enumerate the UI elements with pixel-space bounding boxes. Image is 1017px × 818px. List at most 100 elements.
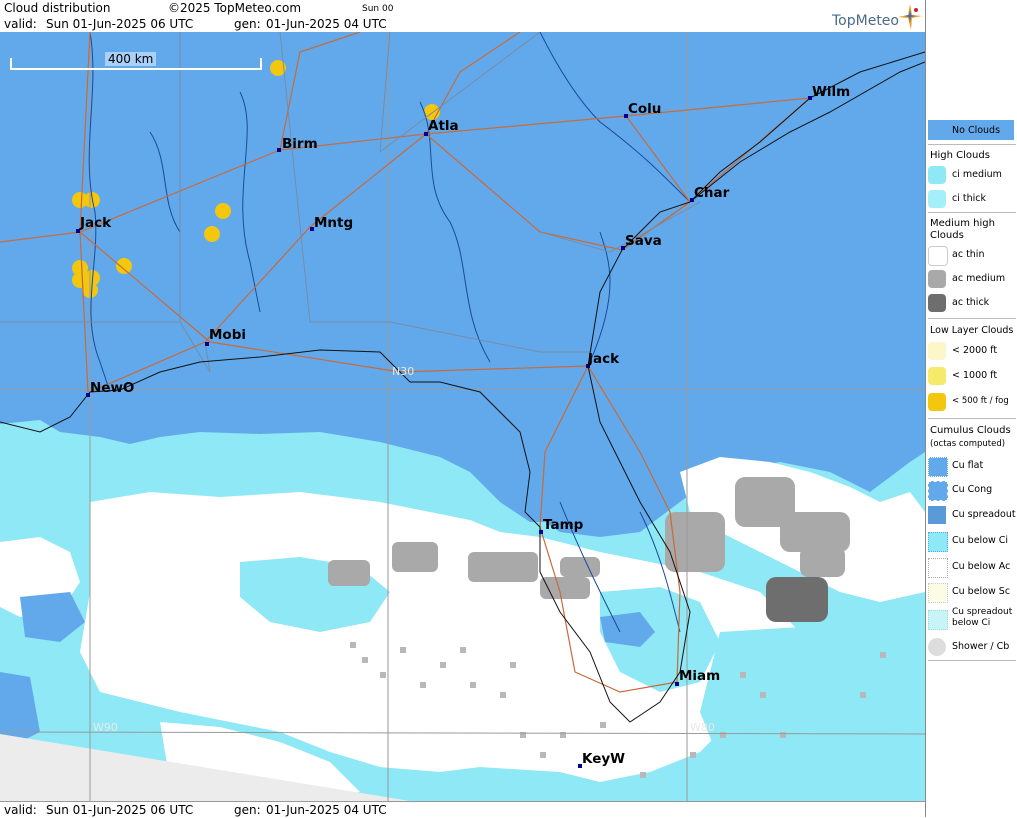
legend-label-cu-spread: Cu spreadout	[952, 509, 1016, 520]
low-500-swatch	[928, 393, 946, 411]
legend-cu-below-sc: Cu below Sc	[928, 581, 1016, 603]
logo-star-icon	[898, 4, 922, 30]
legend-label-ac-thin: ac thin	[952, 249, 985, 260]
city-jack-ms[interactable]: Jack	[76, 215, 112, 233]
svg-text:Mobi: Mobi	[209, 327, 246, 343]
legend-panel: No Clouds High Clouds ci medium ci thick…	[925, 0, 1017, 817]
legend-cu-cong: Cu Cong	[928, 479, 1016, 501]
valid-time: Sun 01-Jun-2025 06 UTC	[46, 17, 194, 31]
city-mntg[interactable]: Mntg	[310, 215, 353, 231]
cu-below-sc-swatch	[928, 583, 948, 603]
legend-label-low-500: < 500 ft / fog	[952, 396, 1009, 406]
footer-valid-time: Sun 01-Jun-2025 06 UTC	[46, 803, 194, 817]
svg-text:Sava: Sava	[625, 233, 662, 249]
legend-label-cu-below-ci: Cu below Ci	[952, 535, 1009, 546]
legend-label-cu-cong: Cu Cong	[952, 484, 993, 495]
lon-label-w80: W80	[690, 721, 715, 734]
map-canvas[interactable]: N30 W90 W80 Jack Birm Atla Colu Wilm Mnt…	[0, 32, 925, 801]
cu-spread-swatch	[928, 506, 946, 524]
copyright: ©2025 TopMeteo.com	[168, 1, 302, 15]
legend-low-2000: < 2000 ft	[928, 340, 1016, 362]
svg-text:Atla: Atla	[428, 118, 459, 134]
legend-divider	[928, 418, 1016, 419]
legend-label-no-clouds: No Clouds	[952, 125, 1001, 136]
legend-cu-spread: Cu spreadout	[928, 504, 1016, 526]
city-wilm[interactable]: Wilm	[808, 84, 850, 100]
ac-thick-swatch	[928, 294, 946, 312]
legend-label-cu-below-sc: Cu below Sc	[952, 586, 1011, 597]
run-label: Sun 00	[362, 4, 394, 14]
legend-header-medium: Medium high Clouds	[930, 218, 995, 241]
svg-text:NewO: NewO	[90, 380, 134, 396]
svg-text:KeyW: KeyW	[582, 751, 625, 767]
ac-thin-swatch	[928, 246, 948, 266]
legend-shower: Shower / Cb	[928, 636, 1016, 658]
city-jack-fl[interactable]: Jack	[586, 351, 620, 368]
svg-text:Colu: Colu	[628, 101, 661, 117]
legend-header-high: High Clouds	[930, 150, 990, 161]
scale-label: 400 km	[105, 52, 157, 66]
gen-label: gen:	[234, 17, 261, 31]
legend-label-ac-medium: ac medium	[952, 273, 1006, 284]
city-colu[interactable]: Colu	[624, 101, 661, 118]
low-2000-swatch	[928, 342, 946, 360]
map-title: Cloud distribution	[4, 1, 111, 15]
footer-bar: valid: Sun 01-Jun-2025 06 UTC gen: 01-Ju…	[0, 801, 925, 818]
svg-text:Tamp: Tamp	[543, 517, 584, 533]
topmeteo-logo: TopMeteo	[832, 13, 899, 29]
valid-label: valid:	[4, 17, 37, 31]
legend-header-low: Low Layer Clouds	[930, 325, 1014, 336]
svg-text:Jack: Jack	[587, 351, 620, 367]
cu-flat-swatch	[928, 457, 948, 477]
cu-cong-swatch	[928, 481, 948, 501]
legend-divider	[928, 212, 1016, 213]
city-newo[interactable]: NewO	[86, 380, 134, 397]
legend-label-cu-spread-ci: Cu spreadout below Ci	[952, 607, 1013, 628]
gen-time: 01-Jun-2025 04 UTC	[266, 17, 387, 31]
legend-low-1000: < 1000 ft	[928, 365, 1016, 387]
legend-label-ci-medium: ci medium	[952, 169, 1002, 180]
low-1000-swatch	[928, 367, 946, 385]
svg-text:Birm: Birm	[282, 136, 318, 152]
cu-below-ac-swatch	[928, 558, 948, 578]
legend-divider	[928, 318, 1016, 319]
footer-gen-time: 01-Jun-2025 04 UTC	[266, 803, 387, 817]
lon-label-w90: W90	[93, 721, 118, 734]
legend-cu-spread-ci: Cu spreadout below Ci	[928, 606, 1016, 634]
legend-divider	[928, 144, 1016, 145]
legend-label-low-1000: < 1000 ft	[952, 370, 998, 381]
legend-no-clouds: No Clouds	[928, 119, 1016, 141]
svg-text:Mntg: Mntg	[314, 215, 353, 231]
legend-cu-below-ci: Cu below Ci	[928, 530, 1016, 552]
city-miam[interactable]: Miam	[675, 668, 720, 686]
ci-thick-swatch	[928, 190, 946, 208]
legend-label-cu-flat: Cu flat	[952, 460, 984, 471]
svg-text:Char: Char	[694, 185, 730, 201]
legend-label-ac-thick: ac thick	[952, 297, 990, 308]
shower-swatch	[928, 638, 946, 656]
cloud-map[interactable]: N30 W90 W80 Jack Birm Atla Colu Wilm Mnt…	[0, 32, 925, 801]
legend-ac-thick: ac thick	[928, 292, 1016, 314]
ac-medium-swatch	[928, 270, 946, 288]
svg-text:Wilm: Wilm	[812, 84, 850, 100]
legend-ac-medium: ac medium	[928, 268, 1016, 290]
legend-label-shower: Shower / Cb	[952, 641, 1010, 652]
legend-ac-thin: ac thin	[928, 244, 1016, 266]
ac-thick-patch	[766, 577, 828, 622]
legend-header-cumulus: Cumulus Clouds	[930, 425, 1011, 436]
legend-label-low-2000: < 2000 ft	[952, 345, 998, 356]
city-tamp[interactable]: Tamp	[539, 517, 584, 534]
ci-medium-swatch	[928, 166, 946, 184]
city-birm[interactable]: Birm	[277, 136, 318, 152]
legend-cu-below-ac: Cu below Ac	[928, 556, 1016, 578]
cu-spread-ci-swatch	[928, 610, 948, 630]
footer-gen-label: gen:	[234, 803, 261, 817]
city-sava[interactable]: Sava	[621, 233, 662, 250]
legend-label-cu-below-ac: Cu below Ac	[952, 561, 1011, 572]
city-keyw[interactable]: KeyW	[578, 751, 625, 768]
city-atla[interactable]: Atla	[424, 118, 459, 136]
legend-ci-medium: ci medium	[928, 164, 1016, 186]
svg-text:Jack: Jack	[79, 215, 112, 231]
header-bar: Cloud distribution ©2025 TopMeteo.com Su…	[0, 0, 925, 32]
city-char[interactable]: Char	[690, 185, 730, 202]
